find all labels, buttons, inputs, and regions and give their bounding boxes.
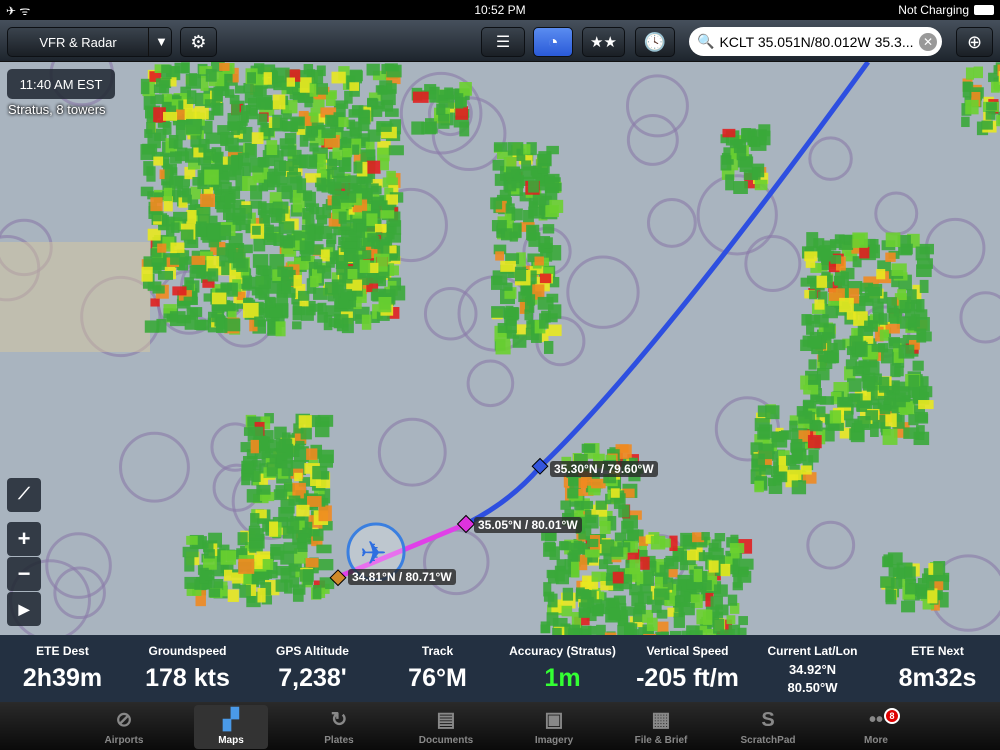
instrument-value: 8m32s (898, 664, 977, 692)
chevron-down-icon: ▼ (148, 28, 168, 56)
search-icon: 🔍 (697, 33, 715, 49)
tab-bar: ⊘ Airports ▞ Maps ↻ Plates ▤ Documents ▣ Imag… (0, 702, 1000, 750)
zoom-out-button[interactable]: − (7, 557, 41, 591)
tab-scratchpad[interactable]: S ScratchPad (731, 705, 805, 749)
map-view[interactable]: ✈ 35.30°N / 79.60°W 35.05°N / 80.01°W 34… (0, 62, 1000, 635)
instrument-lat-lon[interactable]: Current Lat/Lon 34.92°N 80.50°W (750, 635, 875, 702)
file-brief-icon: ▦ (651, 709, 671, 731)
instrument-label: ETE Next (911, 644, 964, 658)
draw-route-button[interactable]: ⟋ (7, 478, 41, 512)
play-icon: ▶ (18, 600, 30, 617)
instrument-gps-altitude[interactable]: GPS Altitude 7,238' (250, 635, 375, 702)
gauge-icon: ◔ (547, 31, 559, 52)
gear-icon: ⚙ (190, 31, 207, 52)
notification-badge: 8 (884, 708, 900, 724)
route-layer: ✈ (329, 62, 871, 587)
tab-label: Plates (324, 735, 354, 746)
tab-label: Maps (218, 735, 244, 746)
instrument-vertical-speed[interactable]: Vertical Speed -205 ft/m (625, 635, 750, 702)
instrument-accuracy[interactable]: Accuracy (Stratus) 1m (500, 635, 625, 702)
settings-button[interactable]: ⚙ (180, 27, 217, 57)
instrument-panel: ETE Dest 2h39m Groundspeed 178 kts GPS Alt… (0, 635, 1000, 702)
instrument-label: Groundspeed (148, 644, 227, 658)
recent-button[interactable]: 🕓 (635, 27, 675, 57)
airport-icon: ⊘ (115, 709, 133, 731)
clock-icon: 🕓 (643, 31, 667, 52)
gauge-button[interactable]: ◔ (533, 27, 573, 57)
scratchpad-icon: S (761, 709, 775, 731)
tab-label: ScratchPad (740, 735, 796, 746)
instrument-value: 2h39m (22, 664, 103, 692)
route-remaining (464, 465, 542, 527)
waypoint-marker (456, 514, 476, 534)
plus-icon: + (17, 526, 31, 551)
instrument-label: Vertical Speed (646, 644, 729, 658)
instrument-value: 1m (544, 664, 581, 692)
instrument-label: GPS Altitude (276, 644, 349, 658)
airplane-mode-icon: ✈ ᯤ (6, 3, 31, 18)
imagery-icon: ▣ (544, 709, 564, 731)
instrument-value: 7,238' (278, 664, 347, 692)
crosshair-icon: ⊕ (966, 31, 983, 52)
documents-icon: ▤ (436, 709, 456, 731)
route-remaining (538, 62, 871, 469)
instrument-label: ETE Dest (36, 644, 89, 658)
layer-select[interactable]: VFR & Radar ▼ (7, 27, 172, 57)
maps-icon: ▞ (223, 709, 239, 731)
instrument-value: 76°M (408, 664, 467, 692)
tab-imagery[interactable]: ▣ Imagery (517, 705, 591, 749)
airplane-icon: ✈ (360, 535, 387, 571)
radar-time-badge: 11:40 AM EST (7, 69, 115, 99)
route-icon: ⟋ (18, 486, 30, 503)
tab-maps[interactable]: ▞ Maps (194, 705, 268, 749)
tab-label: Documents (418, 735, 474, 746)
search-input[interactable]: 🔍 KCLT 35.051N/80.012W 35.3... ✕ (689, 27, 942, 56)
center-location-button[interactable]: ⊕ (956, 27, 993, 57)
tab-label: File & Brief (634, 735, 688, 746)
latitude-value: 34.92°N (788, 662, 837, 677)
plates-icon: ↻ (330, 709, 348, 731)
status-bar: ✈ ᯤ 10:52 PM Not Charging (0, 0, 1000, 20)
tab-label: Airports (104, 735, 144, 746)
tab-label: More (864, 735, 888, 746)
battery-icon (974, 5, 994, 15)
tab-airports[interactable]: ⊘ Airports (87, 705, 161, 749)
stars-icon: ★★ (590, 34, 617, 51)
instrument-panel-button[interactable]: ☰ (481, 27, 525, 57)
instrument-value: -205 ft/m (636, 664, 739, 692)
zoom-in-button[interactable]: + (7, 522, 41, 556)
instrument-ete-dest[interactable]: ETE Dest 2h39m (0, 635, 125, 702)
minus-icon: − (17, 561, 31, 586)
instrument-label: Current Lat/Lon (767, 644, 858, 658)
play-button[interactable]: ▶ (7, 592, 41, 626)
tab-file-brief[interactable]: ▦ File & Brief (624, 705, 698, 749)
charging-status: Not Charging (898, 3, 969, 17)
clear-search-button[interactable]: ✕ (919, 32, 937, 51)
instrument-track[interactable]: Track 76°M (375, 635, 500, 702)
instrument-groundspeed[interactable]: Groundspeed 178 kts (125, 635, 250, 702)
instrument-ete-next[interactable]: ETE Next 8m32s (875, 635, 1000, 702)
layer-select-value: VFR & Radar (39, 34, 117, 50)
waypoint-label: 34.81°N / 80.71°W (348, 569, 456, 585)
status-time: 10:52 PM (474, 3, 526, 17)
longitude-value: 80.50°W (787, 680, 838, 695)
radar-source-label: Stratus, 8 towers (8, 102, 106, 117)
tab-documents[interactable]: ▤ Documents (409, 705, 483, 749)
toolbar: VFR & Radar ▼ ⚙ ☰ ◔ ★★ 🕓 🔍 KCLT 35.051N/… (0, 20, 1000, 62)
waypoint-label: 35.05°N / 80.01°W (474, 517, 582, 533)
list-icon: ☰ (495, 34, 511, 51)
tab-label: Imagery (534, 735, 574, 746)
instrument-label: Track (421, 644, 454, 658)
more-icon: •• (868, 709, 883, 731)
favorites-button[interactable]: ★★ (582, 27, 625, 57)
instrument-label: Accuracy (Stratus) (509, 644, 616, 658)
search-value: KCLT 35.051N/80.012W 35.3... (719, 33, 914, 50)
tab-plates[interactable]: ↻ Plates (302, 705, 376, 749)
waypoint-label: 35.30°N / 79.60°W (550, 461, 658, 477)
tab-more[interactable]: •• 8 More (839, 705, 913, 749)
instrument-value: 178 kts (145, 664, 230, 692)
